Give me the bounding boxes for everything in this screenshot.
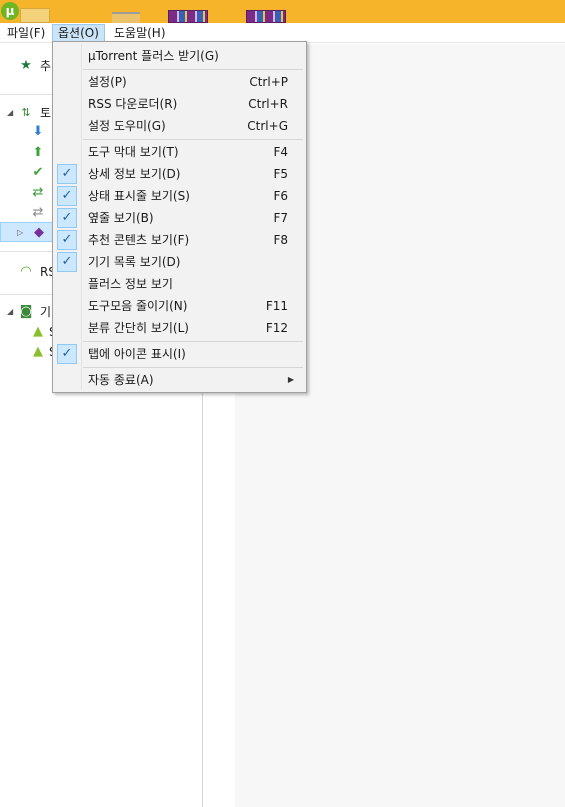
- menu-options[interactable]: 옵션(O): [52, 24, 105, 42]
- menu-item-preferences[interactable]: 설정(P) Ctrl+P: [55, 71, 304, 93]
- menu-item-shortcut: F6: [273, 189, 288, 203]
- menu-item-show-devices[interactable]: ✓ 기기 목록 보기(D): [55, 251, 304, 273]
- menu-item-show-toolbar[interactable]: 도구 막대 보기(T) F4: [55, 141, 304, 163]
- menu-item-label: 상태 표시줄 보기(S): [88, 189, 190, 203]
- menu-item-get-plus[interactable]: µTorrent 플러스 받기(G): [55, 45, 304, 67]
- menu-item-shortcut: Ctrl+G: [247, 119, 288, 133]
- menu-item-shortcut: F4: [273, 145, 288, 159]
- archive-icon: [168, 10, 208, 23]
- menu-item-label: 옆줄 보기(B): [88, 211, 154, 225]
- torrents-icon: ⇅: [21, 106, 31, 119]
- menu-item-setup-guide[interactable]: 설정 도우미(G) Ctrl+G: [55, 115, 304, 137]
- completed-check-icon: ✔: [32, 165, 44, 180]
- menu-item-label: 도구모음 줄이기(N): [88, 299, 188, 313]
- menu-item-compact-toolbar[interactable]: 도구모음 줄이기(N) F11: [55, 295, 304, 317]
- devices-icon: ◙: [19, 304, 33, 319]
- menu-item-tab-icons[interactable]: ✓ 탭에 아이콘 표시(I): [55, 343, 304, 365]
- menu-separator: [83, 139, 303, 140]
- star-icon: ★: [20, 58, 32, 73]
- checkmark-icon: ✓: [57, 164, 77, 184]
- title-bar: µ: [0, 0, 565, 23]
- rss-icon: ◠: [20, 264, 32, 279]
- folder-icon: [20, 8, 50, 23]
- download-arrow-icon: ⬇: [32, 124, 44, 139]
- archive-icon: [246, 10, 286, 23]
- checkmark-icon: ✓: [57, 230, 77, 250]
- menu-item-label: µTorrent 플러스 받기(G): [88, 49, 219, 63]
- menu-item-label: 탭에 아이콘 표시(I): [88, 347, 186, 361]
- menu-item-label: 도구 막대 보기(T): [88, 145, 179, 159]
- menu-item-shortcut: Ctrl+P: [249, 75, 288, 89]
- menu-item-label: 상세 정보 보기(D): [88, 167, 181, 181]
- menu-item-label: 설정(P): [88, 75, 127, 89]
- collapse-arrow-icon[interactable]: ◢: [7, 302, 13, 322]
- checkmark-icon: ✓: [57, 252, 77, 272]
- menu-item-show-sidebar[interactable]: ✓ 옆줄 보기(B) F7: [55, 207, 304, 229]
- menu-separator: [83, 367, 303, 368]
- checkmark-icon: ✓: [57, 344, 77, 364]
- utorrent-logo-icon[interactable]: µ: [1, 2, 19, 20]
- menu-item-shortcut: F8: [273, 233, 288, 247]
- sidebar-item-label: 토: [40, 106, 52, 120]
- options-dropdown-menu: µTorrent 플러스 받기(G) 설정(P) Ctrl+P RSS 다운로더…: [52, 41, 307, 393]
- menu-separator: [83, 341, 303, 342]
- menu-item-show-featured[interactable]: ✓ 추천 콘텐츠 보기(F) F8: [55, 229, 304, 251]
- menu-item-rss-downloader[interactable]: RSS 다운로더(R) Ctrl+R: [55, 93, 304, 115]
- android-icon: ▲: [33, 324, 43, 339]
- menu-item-show-plus-info[interactable]: 플러스 정보 보기: [55, 273, 304, 295]
- checkmark-icon: ✓: [57, 208, 77, 228]
- menu-item-simple-categories[interactable]: 분류 간단히 보기(L) F12: [55, 317, 304, 339]
- label-tag-icon: ◆: [34, 225, 44, 240]
- submenu-arrow-icon: ▶: [287, 375, 294, 384]
- menu-help[interactable]: 도움말(H): [109, 24, 171, 42]
- menu-item-shortcut: F7: [273, 211, 288, 225]
- menu-item-shortcut: F11: [265, 299, 288, 313]
- menu-item-label: 추천 콘텐츠 보기(F): [88, 233, 190, 247]
- folder-icon: [112, 12, 140, 23]
- sidebar-item-label: 기: [40, 305, 52, 319]
- menu-item-label: RSS 다운로더(R): [88, 97, 178, 111]
- menu-item-shortcut: Ctrl+R: [248, 97, 288, 111]
- menu-item-label: 플러스 정보 보기: [88, 277, 173, 291]
- menu-item-label: 설정 도우미(G): [88, 119, 166, 133]
- collapse-arrow-icon[interactable]: ◢: [7, 103, 13, 123]
- menu-item-shortcut: F5: [273, 167, 288, 181]
- checkmark-icon: ✓: [57, 186, 77, 206]
- menu-item-show-details[interactable]: ✓ 상세 정보 보기(D) F5: [55, 163, 304, 185]
- menu-item-show-statusbar[interactable]: ✓ 상태 표시줄 보기(S) F6: [55, 185, 304, 207]
- menu-item-label: 분류 간단히 보기(L): [88, 321, 189, 335]
- menu-bar: 파일(F) 옵션(O) 도움말(H): [0, 23, 565, 43]
- upload-arrow-icon: ⬆: [32, 145, 44, 160]
- menu-item-label: 자동 종료(A): [88, 373, 154, 387]
- inactive-icon: ⇄: [32, 205, 44, 220]
- sidebar-item-label: 추: [40, 59, 52, 73]
- menu-item-auto-shutdown[interactable]: 자동 종료(A) ▶: [55, 369, 304, 391]
- menu-item-label: 기기 목록 보기(D): [88, 255, 181, 269]
- menu-separator: [83, 69, 303, 70]
- menu-item-shortcut: F12: [265, 321, 288, 335]
- expand-arrow-icon[interactable]: ▷: [17, 223, 23, 243]
- android-icon: ▲: [33, 344, 43, 359]
- menu-file[interactable]: 파일(F): [2, 24, 50, 42]
- active-icon: ⇄: [32, 185, 44, 200]
